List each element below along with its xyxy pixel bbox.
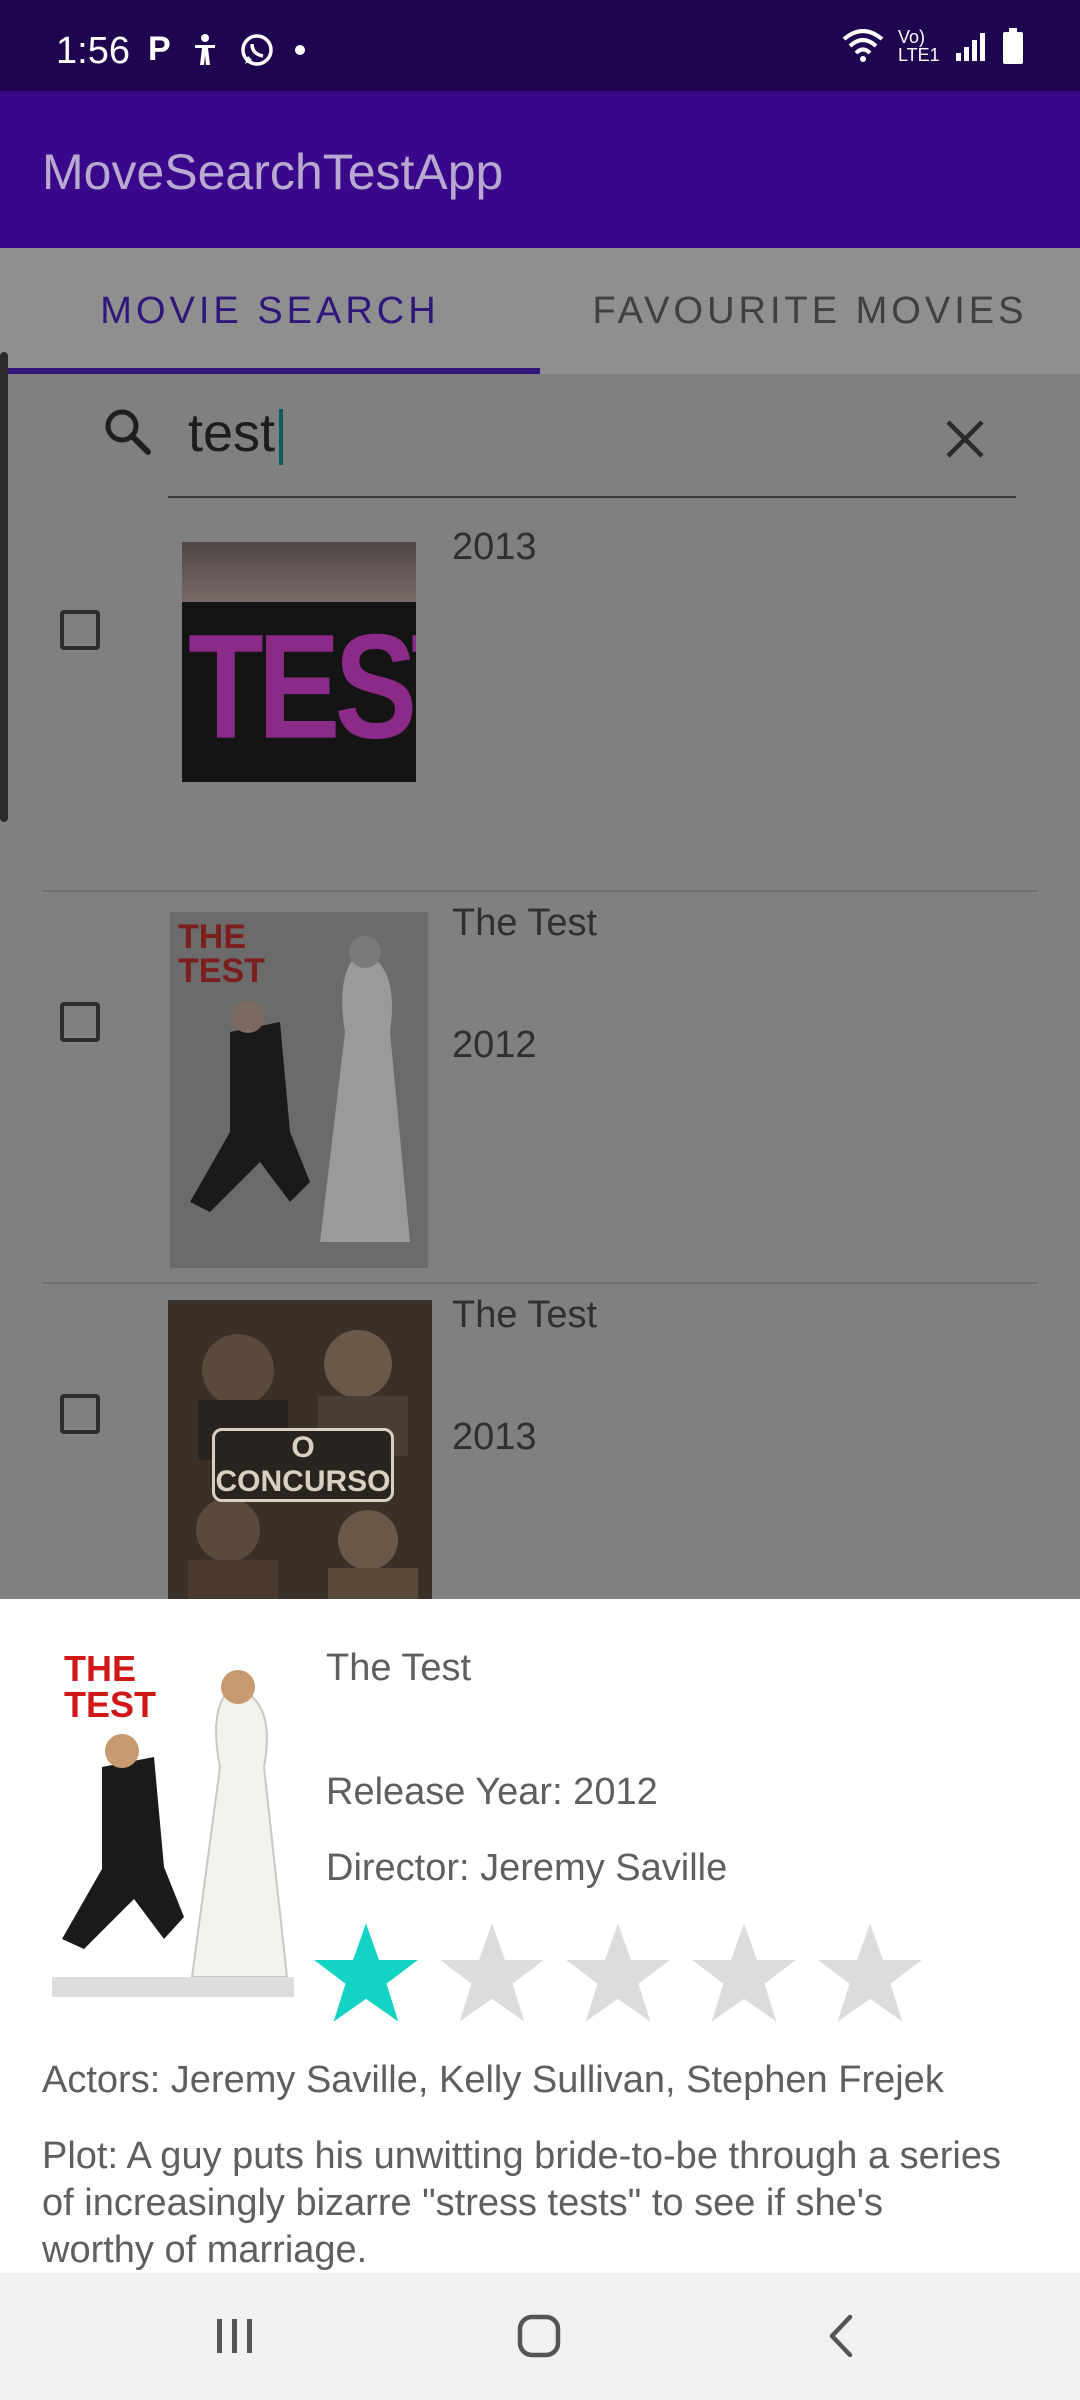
favourite-checkbox[interactable] [60, 1002, 100, 1042]
poster-title: TEST [188, 604, 416, 770]
app-title: MoveSearchTestApp [42, 144, 504, 200]
details-poster: THE TEST [42, 1647, 304, 2007]
star-empty-icon[interactable] [564, 1921, 672, 2025]
scrollbar[interactable] [0, 352, 8, 822]
movie-title: The Test [452, 902, 598, 944]
details-director: Director: Jeremy Saville [326, 1847, 728, 1889]
poster-bed-art [182, 542, 416, 602]
status-bar: 1:56 P Vo) LTE1 [0, 0, 1080, 91]
whatsapp-icon [240, 33, 273, 66]
tab-movie-search[interactable]: MOVIE SEARCH [0, 248, 540, 374]
search-content: test TEST 2013 THE TEST The Test 2012 O … [0, 352, 1080, 1676]
back-icon[interactable] [818, 2311, 868, 2361]
p-app-icon: P [148, 30, 171, 68]
search-input[interactable]: test [188, 402, 284, 465]
details-release-year: Release Year: 2012 [326, 1771, 658, 1813]
wifi-icon [842, 29, 884, 62]
favourite-checkbox[interactable] [60, 610, 100, 650]
tab-bar: MOVIE SEARCH FAVOURITE MOVIES [0, 248, 1080, 374]
details-title: The Test [326, 1647, 472, 1689]
movie-poster: TEST [182, 542, 416, 782]
movie-title: The Test [452, 1294, 598, 1336]
movie-year: 2012 [452, 1024, 537, 1066]
list-item[interactable]: TEST 2013 [42, 500, 1038, 892]
tab-favourite-movies[interactable]: FAVOURITE MOVIES [540, 248, 1080, 374]
details-actors: Actors: Jeremy Saville, Kelly Sullivan, … [42, 2059, 944, 2101]
star-empty-icon[interactable] [438, 1921, 546, 2025]
star-filled-icon[interactable] [312, 1921, 420, 2025]
status-right-icons: Vo) LTE1 [842, 28, 1024, 64]
signal-icon [956, 33, 985, 61]
accessibility-icon [194, 33, 215, 65]
search-input-value: test [188, 403, 276, 463]
search-underline [168, 496, 1016, 498]
text-caret [279, 408, 284, 465]
poster-title: O CONCURSO [212, 1428, 394, 1502]
battery-icon [1003, 28, 1023, 64]
movie-year: 2013 [452, 526, 537, 568]
movie-year: 2013 [452, 1416, 537, 1458]
close-icon[interactable] [940, 414, 990, 464]
rating-bar[interactable] [312, 1921, 924, 2025]
status-time: 1:56 [56, 30, 130, 72]
notification-icons: P [148, 30, 307, 69]
poster-couple-art [52, 1670, 294, 1997]
star-empty-icon[interactable] [690, 1921, 798, 2025]
star-empty-icon[interactable] [816, 1921, 924, 2025]
home-icon[interactable] [514, 2311, 564, 2361]
favourite-checkbox[interactable] [60, 1394, 100, 1434]
network-label: Vo) LTE1 [898, 27, 940, 65]
recents-icon[interactable] [210, 2311, 260, 2361]
movie-poster: THE TEST [170, 912, 428, 1268]
dot-icon [294, 44, 305, 55]
list-item[interactable]: THE TEST The Test 2012 [42, 892, 1038, 1284]
system-nav-bar [0, 2273, 1080, 2400]
details-plot: Plot: A guy puts his unwitting bride-to-… [42, 2135, 1001, 2271]
search-icon [105, 409, 151, 455]
app-bar: MoveSearchTestApp [0, 91, 1080, 248]
movie-details-sheet: THE TEST The Test Release Year: 2012 Dir… [0, 1599, 1080, 2273]
poster-couple-art [190, 936, 410, 1242]
